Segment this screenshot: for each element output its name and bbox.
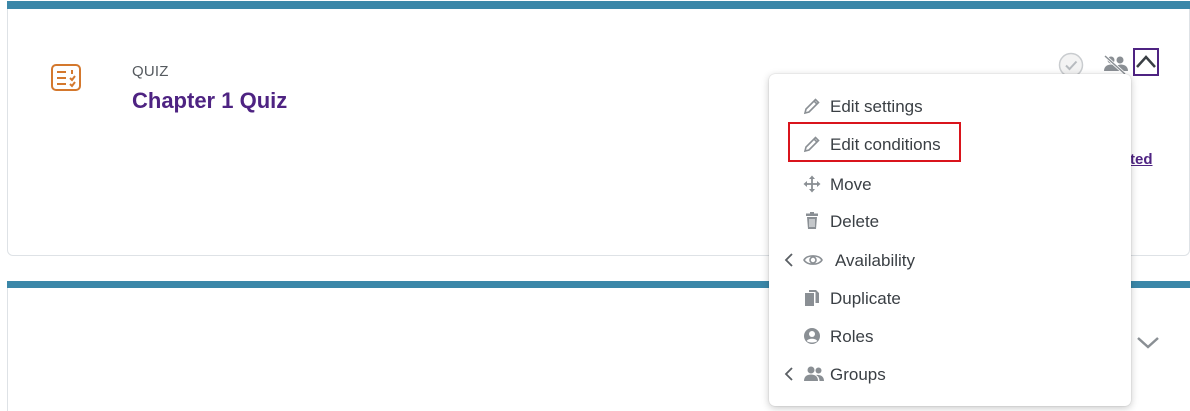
activity-type-label: QUIZ xyxy=(132,63,169,80)
menu-item-groups[interactable]: Groups xyxy=(769,357,1131,391)
quiz-icon xyxy=(51,64,81,91)
menu-item-label: Edit conditions xyxy=(830,135,941,154)
menu-item-label: Availability xyxy=(835,251,916,270)
menu-item-duplicate[interactable]: Duplicate xyxy=(769,281,1131,315)
chevron-up-icon xyxy=(1136,55,1156,68)
group-mode-icon[interactable] xyxy=(1103,54,1129,76)
menu-item-edit-settings[interactable]: Edit settings xyxy=(769,89,1131,123)
course-page: QUIZ Chapter 1 Quiz ted Edit settings Ed… xyxy=(0,0,1190,411)
activity-card-accent-bar xyxy=(7,1,1190,9)
menu-item-edit-conditions[interactable]: Edit conditions xyxy=(769,127,1131,161)
menu-item-label: Move xyxy=(830,175,872,194)
menu-item-label: Delete xyxy=(830,212,880,231)
user-circle-icon xyxy=(804,328,820,344)
trash-icon xyxy=(806,212,818,229)
chevron-left-icon xyxy=(784,253,793,267)
completion-status-link[interactable]: ted xyxy=(1130,151,1153,168)
activity-name-link[interactable]: Chapter 1 Quiz xyxy=(132,88,287,114)
menu-item-roles[interactable]: Roles xyxy=(769,319,1131,353)
users-icon xyxy=(804,366,824,381)
copy-icon xyxy=(805,290,819,306)
pencil-icon xyxy=(803,136,820,153)
move-arrows-icon xyxy=(803,175,821,193)
menu-item-label: Groups xyxy=(830,365,886,384)
menu-item-label: Roles xyxy=(830,327,874,346)
pencil-icon xyxy=(803,98,820,115)
eye-icon xyxy=(803,255,823,265)
chevron-down-icon[interactable] xyxy=(1135,333,1161,353)
activity-actions-menu: Edit settings Edit conditions Move Delet… xyxy=(769,74,1131,406)
menu-item-label: Duplicate xyxy=(830,289,901,308)
menu-item-availability[interactable]: Availability xyxy=(769,243,1131,277)
chevron-left-icon xyxy=(784,367,793,381)
collapse-toggle-button[interactable] xyxy=(1133,48,1159,76)
menu-item-label: Edit settings xyxy=(830,97,923,116)
menu-item-move[interactable]: Move xyxy=(769,167,1131,201)
menu-item-delete[interactable]: Delete xyxy=(769,204,1131,238)
